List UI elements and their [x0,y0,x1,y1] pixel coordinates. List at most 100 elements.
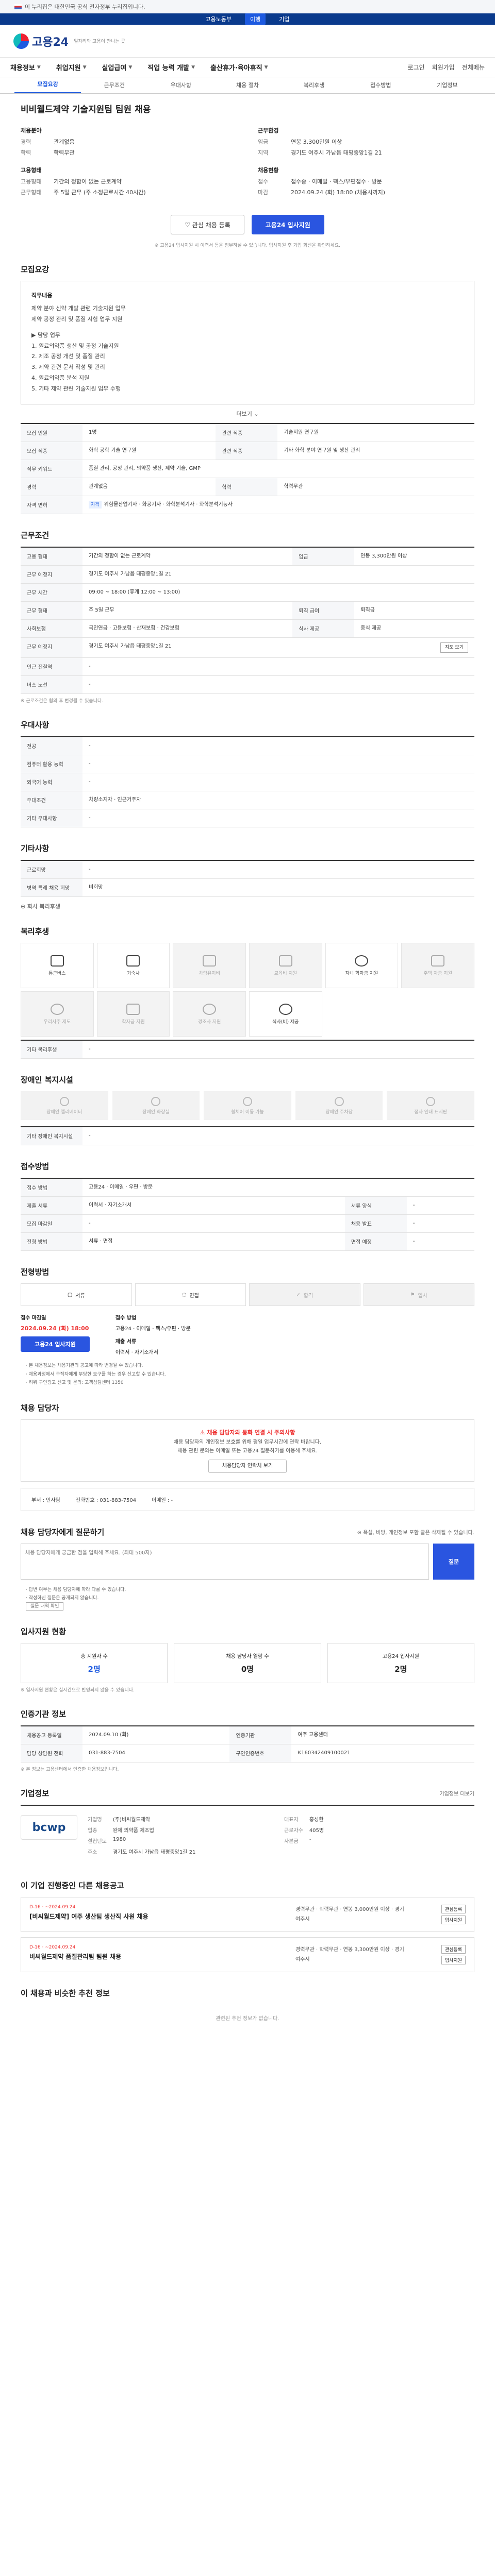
job-summary: 채용분야 경력 관계없음 학력 학력무관 고용형태 고용형태 기간의 정함이 없는 근… [21,127,386,196]
signup-link[interactable]: 회원가입 [432,63,455,72]
detail-tabs: 모집요강 근무조건 우대사항 채용 절차 복리후생 접수방법 기업정보 [0,77,495,94]
welfare-item: 학자금 지원 [96,991,170,1037]
braille-icon [426,1096,436,1106]
company-more-link[interactable]: 기업정보 더보기 [439,1789,474,1797]
gov-notice-bar: 이 누리집은 대한민국 공식 전자정부 누리집입니다. [0,0,495,13]
check-icon: ✓ [296,1292,301,1298]
preference-table: 전공 - 컴퓨터 활용 능력 - 외국어 능력 - 우대조건 차량소지자 · 인근거주자… [21,736,474,828]
section-preference-title: 우대사항 [21,720,50,730]
welfare-item: 자녀 학자금 지원 [325,943,399,989]
book-icon [278,955,292,967]
tab-process[interactable]: 채용 절차 [214,81,280,93]
login-link[interactable]: 로그인 [408,63,425,72]
section-conditions-title: 근무조건 [21,531,50,540]
etc-table: 근로희망 - 병역 특례 채용 희망 비희망 [21,860,474,897]
question-form: 질문 [21,1543,474,1580]
accessibility-item: 장애인 주차장 [295,1091,383,1121]
manager-alert: ⚠ 채용 담당자와 통화 연결 시 주의사항 채용 담당자의 개인정보 보호를 … [21,1419,474,1482]
plus-icon: ⊕ [21,903,27,910]
tab-preference[interactable]: 우대사항 [147,81,214,93]
global-nav: 채용정보 ▼ 취업지원 ▼ 실업급여 ▼ 직업 능력 개발 ▼ 출산휴가·육아휴직 ▼ 로… [0,58,495,77]
welfare-item: 기숙사 [96,943,170,989]
section-welfare-title: 복리후생 [21,927,50,937]
house-icon [431,955,445,967]
apply-notice: ※ 고용24 입사지원 시 이력서 등을 첨부하실 수 있습니다. 입사지원 후… [155,243,340,248]
toilet-icon [151,1096,161,1106]
gift-icon [203,1003,217,1015]
flag-icon: ⚑ [410,1292,415,1298]
accessibility-item: 장애인 엘리베이터 [21,1091,108,1121]
gnb-item-benefits[interactable]: 실업급여 ▼ [102,62,133,72]
gnb-item-jobs[interactable]: 채용정보 ▼ [10,62,41,72]
section-etc-title: 기타사항 [21,844,50,854]
section-company-title: 기업정보 기업정보 더보기 [21,1789,474,1799]
logo-icon [13,33,29,49]
section-recommend-title: 이 채용과 비슷한 추천 정보 [21,1989,110,1998]
all-menu-button[interactable]: 전체메뉴 [462,63,485,72]
warning-icon: ⚠ [200,1429,207,1436]
heart-icon: ♡ [185,221,192,228]
welfare-item: 차량유지비 [173,943,246,989]
gov-strip-item-active[interactable]: 이행 [245,13,266,25]
tab-welfare[interactable]: 복리후생 [281,81,348,93]
section-question-title: 채용 담당자에게 질문하기 ※ 욕설, 비방, 개인정보 포함 글은 삭제될 수 … [21,1527,474,1537]
welfare-link[interactable]: ⊕ 회사 복리후생 [21,902,474,910]
deadline-date: 2024.09.24 (화) 18:00 [21,1325,89,1332]
other-job-card[interactable]: D-16 · ~2024.09.24 비씨월드제약 품질관리팀 팀원 채용 경력무… [21,1937,474,1973]
doc-icon: ▢ [67,1292,73,1298]
chevron-down-icon: ▼ [264,64,268,70]
recruit-table: 모집 인원 1명 관련 직종 기술지원 연구원 모집 직종 화학 공학 기술 연구원 관련… [21,423,474,515]
gov-strip-item[interactable]: 기업 [279,15,289,23]
apply-tag[interactable]: 입사지원 [441,1916,466,1925]
process-step: ✓ 합격 [249,1283,360,1307]
apply-button[interactable]: 고용24 입사지원 [251,215,324,234]
accessibility-etc-table: 기타 장애인 복지시설 - [21,1126,474,1146]
interest-tag[interactable]: 관심등록 [441,1905,466,1914]
section-deadline-title: 전형방법 [21,1267,50,1277]
meal-icon [278,1003,292,1015]
parking-icon [334,1096,344,1106]
tab-company[interactable]: 기업정보 [414,81,481,93]
site-logo[interactable]: 고용24 일자리와 고용이 만나는 곳 [13,33,125,49]
question-history-link[interactable]: 질문 내역 확인 [26,1602,64,1611]
interest-button[interactable]: ♡ 관심 채용 등록 [171,215,244,234]
gov-strip-item[interactable]: 고용노동부 [205,15,232,23]
tab-recruit[interactable]: 모집요강 [14,80,81,93]
chevron-down-icon: ▼ [37,64,41,70]
more-button[interactable]: 더보기 ⌄ [21,410,474,418]
section-stats-title: 입사지원 현황 [21,1627,67,1637]
company-logo: bcwp [21,1815,77,1840]
map-button[interactable]: 지도 보기 [440,642,468,653]
welfare-item: 교육비 지원 [249,943,322,989]
header: 고용24 일자리와 고용이 만나는 곳 [0,25,495,58]
process-step: ◌ 면접 [135,1283,246,1307]
job-title: 비비웰드제약 기술지원팀 팀원 채용 [21,105,151,115]
interest-tag[interactable]: 관심등록 [441,1945,466,1954]
question-send-button[interactable]: 질문 [433,1543,474,1580]
deadline-apply-button[interactable]: 고용24 입사지원 [21,1336,90,1352]
manager-contact: 부서 : 인사팀 전화번호 : 031-883-7504 이메일 : - [21,1487,474,1511]
question-input[interactable] [21,1543,429,1580]
gnb-item-support[interactable]: 취업지원 ▼ [56,62,87,72]
accessibility-item: 장애인 화장실 [112,1091,200,1121]
method-table: 접수 방법 고용24 · 이메일 · 우편 · 방문 제출 서류 이력서 · 자기소… [21,1178,474,1251]
process-step: ▢ 서류 [21,1283,132,1307]
tab-conditions[interactable]: 근무조건 [81,81,147,93]
apply-tag[interactable]: 입사지원 [441,1956,466,1965]
welfare-icons: 통근버스 기숙사 차량유지비 교육비 지원 자녀 학자금 지원 주택 자금 지원… [21,943,474,1037]
stats-note: ※ 입사지원 현황은 실시간으로 반영되지 않을 수 있습니다. [21,1688,135,1693]
conditions-table: 고용 형태 기간의 정함이 없는 근로계약 임금 연봉 3,300만원 이상 근무 예… [21,547,474,694]
car-icon [203,955,217,967]
conditions-note: ※ 근로조건은 협의 후 변경될 수 있습니다. [21,699,104,704]
accessibility-item: 점자 안내 표지판 [387,1091,474,1121]
apply-stats: 총 지원자 수 2명 채용 담당자 열람 수 0명 고용24 입사지원 2명 [21,1643,474,1684]
other-job-card[interactable]: D-16 · ~2024.09.24 [비씨월드제약] 여주 생산팀 생산직 사원… [21,1897,474,1933]
contact-view-button[interactable]: 채용담당자 연락처 보기 [208,1459,287,1473]
duties-box: 직무내용 제약 분야 신약 개발 관련 기술지원 업무 제약 공정 관리 및 품… [21,281,474,405]
chevron-down-icon: ▼ [82,64,87,70]
gnb-item-leave[interactable]: 출산휴가·육아휴직 ▼ [210,62,268,72]
gnb-item-training[interactable]: 직업 능력 개발 ▼ [147,62,195,72]
stat-online: 고용24 입사지원 2명 [327,1643,474,1684]
section-manager-title: 채용 담당자 [21,1403,59,1413]
tab-method[interactable]: 접수방법 [348,81,414,93]
